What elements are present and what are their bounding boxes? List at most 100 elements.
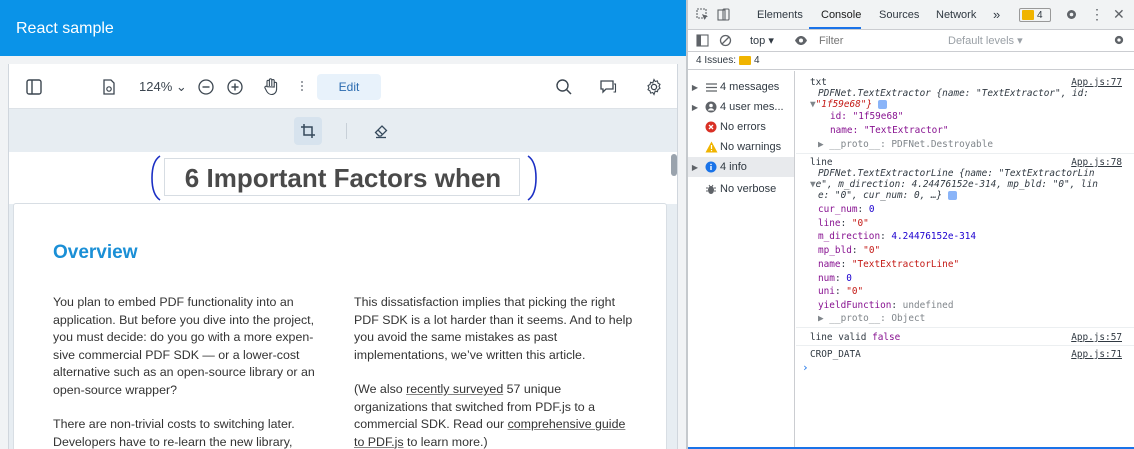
close-icon[interactable]: ✕: [1113, 6, 1125, 23]
object-property: mp_bld: "0": [818, 245, 881, 257]
zoom-out-icon[interactable]: [197, 76, 215, 98]
object-preview[interactable]: ▼e", m_direction: 4.24476152e-314, mp_bl…: [810, 179, 1098, 190]
search-icon[interactable]: [555, 76, 573, 98]
info-icon: [705, 161, 717, 173]
object-property: num: 0: [818, 272, 852, 284]
log-label: line: [810, 157, 833, 168]
devtools-tabbar: Elements Console Sources Network » 4 ⋮ ✕: [688, 0, 1134, 30]
warning-icon: [705, 141, 717, 153]
object-preview[interactable]: PDFNet.TextExtractor {name: "TextExtract…: [818, 88, 1089, 99]
app-title: React sample: [16, 20, 114, 37]
tab-sources[interactable]: Sources: [879, 9, 919, 21]
proto-property[interactable]: ▶ __proto__: PDFNet.Destroyable: [818, 139, 993, 150]
devtools-panel: Elements Console Sources Network » 4 ⋮ ✕…: [688, 0, 1134, 449]
paragraph: There are non-trivial costs to switching…: [53, 417, 295, 449]
device-toolbar-icon[interactable]: [717, 8, 730, 24]
log-separator: [796, 327, 1134, 328]
console-filter-input[interactable]: [819, 33, 939, 49]
selected-text-box[interactable]: 6 Important Factors when: [164, 158, 520, 196]
devtools-settings-icon[interactable]: [1065, 8, 1078, 24]
log-separator: [796, 153, 1134, 154]
source-link[interactable]: App.js:77: [1071, 77, 1122, 88]
object-property: name: "TextExtractorLine": [818, 258, 960, 270]
tab-network[interactable]: Network: [936, 9, 976, 21]
object-preview[interactable]: PDFNet.TextExtractorLine {name: "TextExt…: [818, 168, 1095, 179]
info-icon: [947, 191, 957, 200]
sidebar-item-info[interactable]: ▶ 4 info: [688, 157, 794, 177]
kebab-menu-icon[interactable]: ⋮: [1090, 6, 1104, 23]
viewer-scrollbar[interactable]: [671, 154, 677, 176]
object-property: line: "0": [818, 217, 869, 229]
log-label: txt: [810, 77, 827, 88]
object-property: name: "TextExtractor": [830, 125, 949, 136]
inspect-element-icon[interactable]: [696, 8, 709, 24]
eraser-icon[interactable]: [371, 121, 391, 141]
sidebar-item-verbose[interactable]: No verbose: [688, 179, 794, 199]
viewer-toolbar: 124% ⌄ Edit: [9, 64, 677, 109]
warning-icon: [739, 56, 752, 65]
log-levels-dropdown[interactable]: Default levels ▾: [948, 34, 1023, 47]
react-app: React sample 124% ⌄ Edit 6 Important Fac…: [0, 0, 686, 449]
app-header: React sample: [0, 0, 686, 56]
error-icon: [705, 121, 717, 133]
document-headline: 6 Important Factors when: [184, 163, 502, 193]
tab-elements[interactable]: Elements: [757, 9, 803, 21]
console-settings-icon[interactable]: [1113, 34, 1125, 49]
clear-console-icon[interactable]: [719, 34, 732, 50]
warning-icon: [1022, 10, 1034, 20]
sidebar-item-errors[interactable]: No errors: [688, 117, 794, 137]
text-column-right: This dissatisfaction implies that pickin…: [354, 294, 634, 449]
sidebar-toggle-icon[interactable]: [25, 76, 43, 98]
survey-link[interactable]: recently surveyed: [406, 382, 503, 396]
console-sidebar-toggle-icon[interactable]: [696, 34, 709, 50]
console-prompt[interactable]: ›: [802, 361, 809, 374]
source-link[interactable]: App.js:57: [1071, 332, 1122, 343]
file-settings-icon[interactable]: [101, 76, 117, 98]
log-separator: [796, 345, 1134, 346]
live-expression-eye-icon[interactable]: [794, 34, 808, 50]
user-icon: [705, 101, 717, 113]
paragraph: (We also recently surveyed 57 unique org…: [354, 382, 626, 449]
sidebar-item-warnings[interactable]: No warnings: [688, 137, 794, 157]
comments-icon[interactable]: [599, 76, 617, 98]
list-icon: [705, 82, 717, 92]
paragraph: This dissatisfaction implies that pickin…: [354, 295, 633, 362]
sidebar-item-messages[interactable]: ▶ 4 messages: [688, 77, 794, 97]
console-sidebar: ▶ 4 messages ▶ 4 user mes... No errors No …: [688, 71, 795, 449]
document-canvas[interactable]: 6 Important Factors when Overview You pl…: [9, 152, 677, 449]
settings-gear-icon[interactable]: [645, 76, 663, 98]
text-column-left: You plan to embed PDF functionality into…: [53, 294, 333, 449]
object-property: yieldFunction: undefined: [818, 299, 954, 311]
console-log: txt App.js:77 PDFNet.TextExtractor {name…: [796, 71, 1134, 449]
section-heading: Overview: [53, 242, 138, 263]
zoom-level[interactable]: 124% ⌄: [139, 79, 187, 95]
subtoolbar-divider: [346, 123, 347, 139]
source-link[interactable]: App.js:78: [1071, 157, 1122, 168]
tab-console[interactable]: Console: [821, 9, 861, 21]
edit-mode-button[interactable]: Edit: [317, 74, 381, 100]
toolbar-divider-icon: [299, 76, 305, 98]
active-tab-indicator: [809, 27, 861, 29]
object-property: uni: "0": [818, 286, 864, 298]
pdf-page: Overview You plan to embed PDF functiona…: [13, 203, 667, 449]
screen: React sample 124% ⌄ Edit 6 Important Fac…: [0, 0, 1134, 449]
crop-bracket-right-icon: [527, 155, 537, 201]
issues-bar[interactable]: 4 Issues: 4: [688, 53, 1134, 70]
issues-badge[interactable]: 4: [1019, 8, 1051, 22]
zoom-in-icon[interactable]: [226, 76, 244, 98]
object-property: m_direction: 4.24476152e-314: [818, 231, 977, 243]
proto-property[interactable]: ▶ __proto__: Object: [818, 313, 925, 324]
more-tabs-button[interactable]: »: [993, 7, 1000, 22]
crop-tool-button[interactable]: [294, 117, 322, 145]
log-message: line valid false: [810, 332, 901, 343]
crop-icon: [301, 124, 315, 138]
source-link[interactable]: App.js:71: [1071, 349, 1122, 360]
crop-bracket-left-icon: [151, 155, 161, 201]
console-toolbar: top ▾ Default levels ▾: [688, 30, 1134, 52]
pan-hand-icon[interactable]: [262, 76, 280, 98]
object-property: id: "1f59e68": [830, 111, 904, 122]
object-preview[interactable]: ▼"1f59e68"}: [810, 99, 887, 110]
context-selector[interactable]: top ▾: [750, 34, 774, 47]
sidebar-item-user-messages[interactable]: ▶ 4 user mes...: [688, 97, 794, 117]
object-preview[interactable]: e: "0", cur_num: 0, …}: [818, 190, 957, 201]
